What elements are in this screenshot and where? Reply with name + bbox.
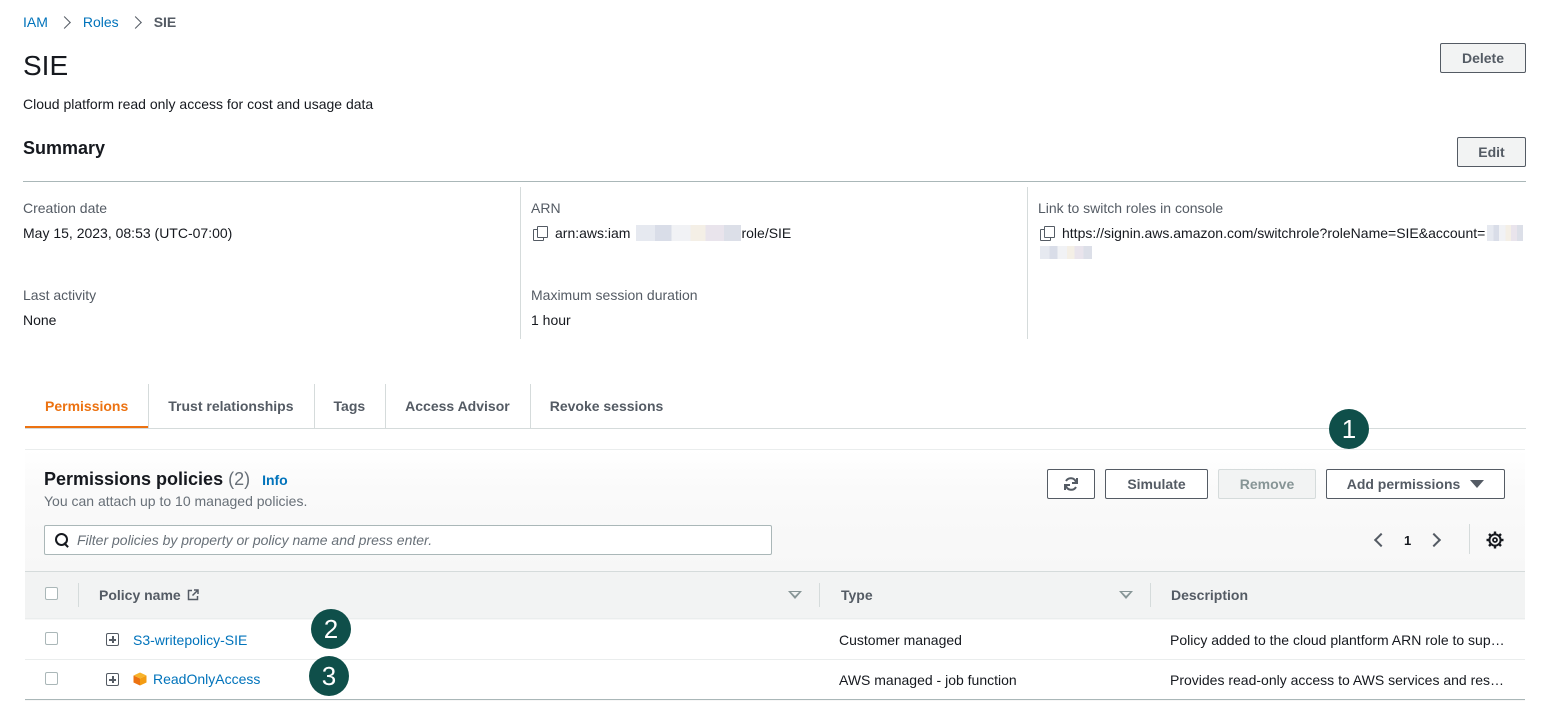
sort-caret-icon[interactable] (1119, 591, 1133, 599)
breadcrumb-iam[interactable]: IAM (23, 14, 48, 30)
expand-row[interactable] (106, 673, 119, 686)
last-activity-label: Last activity (23, 287, 97, 303)
redacted-account (1040, 246, 1092, 259)
switch-role-label: Link to switch roles in console (1038, 200, 1224, 216)
creation-date-label: Creation date (23, 200, 108, 216)
breadcrumb-roles[interactable]: Roles (83, 14, 119, 30)
expand-icon[interactable] (106, 673, 119, 686)
column-divider (1150, 583, 1151, 607)
permissions-policies-title: Permissions policies (2) Info (44, 469, 288, 490)
expand-icon[interactable] (106, 633, 119, 646)
annotation-badge-1: 1 (1329, 409, 1369, 449)
external-link-icon (187, 589, 199, 601)
chevron-right-icon[interactable] (1427, 532, 1442, 548)
select-all-checkbox[interactable] (45, 587, 58, 600)
tab-bar: Permissions Trust relationships Tags Acc… (25, 384, 684, 429)
policy-type-cell: Customer managed (839, 632, 962, 648)
simulate-button[interactable]: Simulate (1105, 469, 1208, 499)
max-session-value: 1 hour (531, 312, 571, 328)
column-divider (520, 187, 521, 339)
arn-suffix: role/SIE (741, 225, 792, 241)
last-activity-value: None (23, 312, 57, 328)
switch-role-url[interactable]: https://signin.aws.amazon.com/switchrole… (1062, 225, 1485, 241)
pager-divider (1469, 524, 1470, 554)
annotation-badge-3: 3 (309, 656, 349, 696)
column-header-type[interactable]: Type (841, 587, 873, 603)
delete-button[interactable]: Delete (1440, 43, 1526, 73)
arn-value: arn:aws:iam role/SIE (533, 225, 791, 241)
arn-prefix: arn:aws:iam (555, 225, 631, 241)
tab-tags[interactable]: Tags (313, 384, 386, 428)
column-header-policy-name[interactable]: Policy name (99, 587, 199, 603)
sort-caret-icon[interactable] (788, 591, 802, 599)
tab-trust-relationships[interactable]: Trust relationships (148, 384, 313, 428)
table-header (25, 571, 1525, 619)
policy-name-cell: ReadOnlyAccess (133, 671, 260, 687)
gear-icon[interactable] (1486, 531, 1504, 549)
expand-row[interactable] (106, 633, 119, 646)
column-divider (819, 583, 820, 607)
edit-button[interactable]: Edit (1457, 137, 1526, 167)
chevron-left-icon[interactable] (1373, 532, 1389, 548)
breadcrumb-current: SIE (153, 14, 177, 30)
policy-name-cell: S3-writepolicy-SIE (133, 632, 247, 648)
refresh-icon (1064, 477, 1078, 491)
chevron-right-icon (128, 15, 142, 29)
policy-type-cell: AWS managed - job function (839, 672, 1017, 688)
tabs-divider (25, 428, 1526, 429)
row-checkbox[interactable] (45, 672, 58, 685)
policy-link[interactable]: ReadOnlyAccess (153, 671, 260, 687)
policy-name-header-text: Policy name (99, 587, 181, 603)
pagination: 1 (1373, 526, 1442, 554)
column-header-description[interactable]: Description (1171, 587, 1248, 603)
refresh-button[interactable] (1047, 469, 1095, 499)
max-session-label: Maximum session duration (531, 287, 698, 303)
policy-filter (44, 525, 772, 555)
copy-icon[interactable] (533, 226, 548, 241)
arn-label: ARN (531, 200, 561, 216)
tab-revoke-sessions[interactable]: Revoke sessions (529, 384, 684, 428)
policy-search-input[interactable] (77, 532, 757, 548)
annotation-badge-2: 2 (311, 609, 351, 649)
add-permissions-button[interactable]: Add permissions (1326, 469, 1505, 499)
copy-icon[interactable] (1040, 226, 1055, 241)
column-divider (1027, 187, 1028, 339)
redacted-account (636, 225, 742, 241)
switch-role-link: https://signin.aws.amazon.com/switchrole… (1040, 225, 1524, 241)
info-link[interactable]: Info (262, 472, 288, 488)
remove-button[interactable]: Remove (1218, 469, 1316, 499)
policy-link[interactable]: S3-writepolicy-SIE (133, 632, 247, 648)
policy-description-cell: Provides read-only access to AWS service… (1170, 672, 1505, 688)
add-permissions-label: Add permissions (1346, 476, 1461, 492)
creation-date-value: May 15, 2023, 08:53 (UTC-07:00) (23, 225, 233, 241)
tab-access-advisor[interactable]: Access Advisor (385, 384, 530, 428)
panel-subtitle: You can attach up to 10 managed policies… (44, 493, 308, 509)
policy-description-cell: Policy added to the cloud plantform ARN … (1170, 632, 1505, 648)
page-description: Cloud platform read only access for cost… (23, 96, 374, 112)
page-title: SIE (23, 50, 69, 81)
aws-managed-policy-icon (133, 672, 147, 686)
row-checkbox[interactable] (45, 632, 58, 645)
tab-permissions[interactable]: Permissions (25, 384, 149, 429)
chevron-right-icon (58, 15, 71, 29)
panel-title-text: Permissions policies (44, 469, 224, 489)
policy-count: (2) (228, 469, 251, 489)
redacted-account (1487, 225, 1524, 241)
summary-title: Summary (23, 138, 106, 158)
column-divider (78, 583, 79, 607)
search-icon (55, 533, 69, 547)
breadcrumb: IAM Roles SIE (23, 14, 176, 30)
page-number[interactable]: 1 (1404, 533, 1411, 548)
summary-divider (23, 181, 1526, 182)
caret-down-icon (1470, 480, 1485, 488)
